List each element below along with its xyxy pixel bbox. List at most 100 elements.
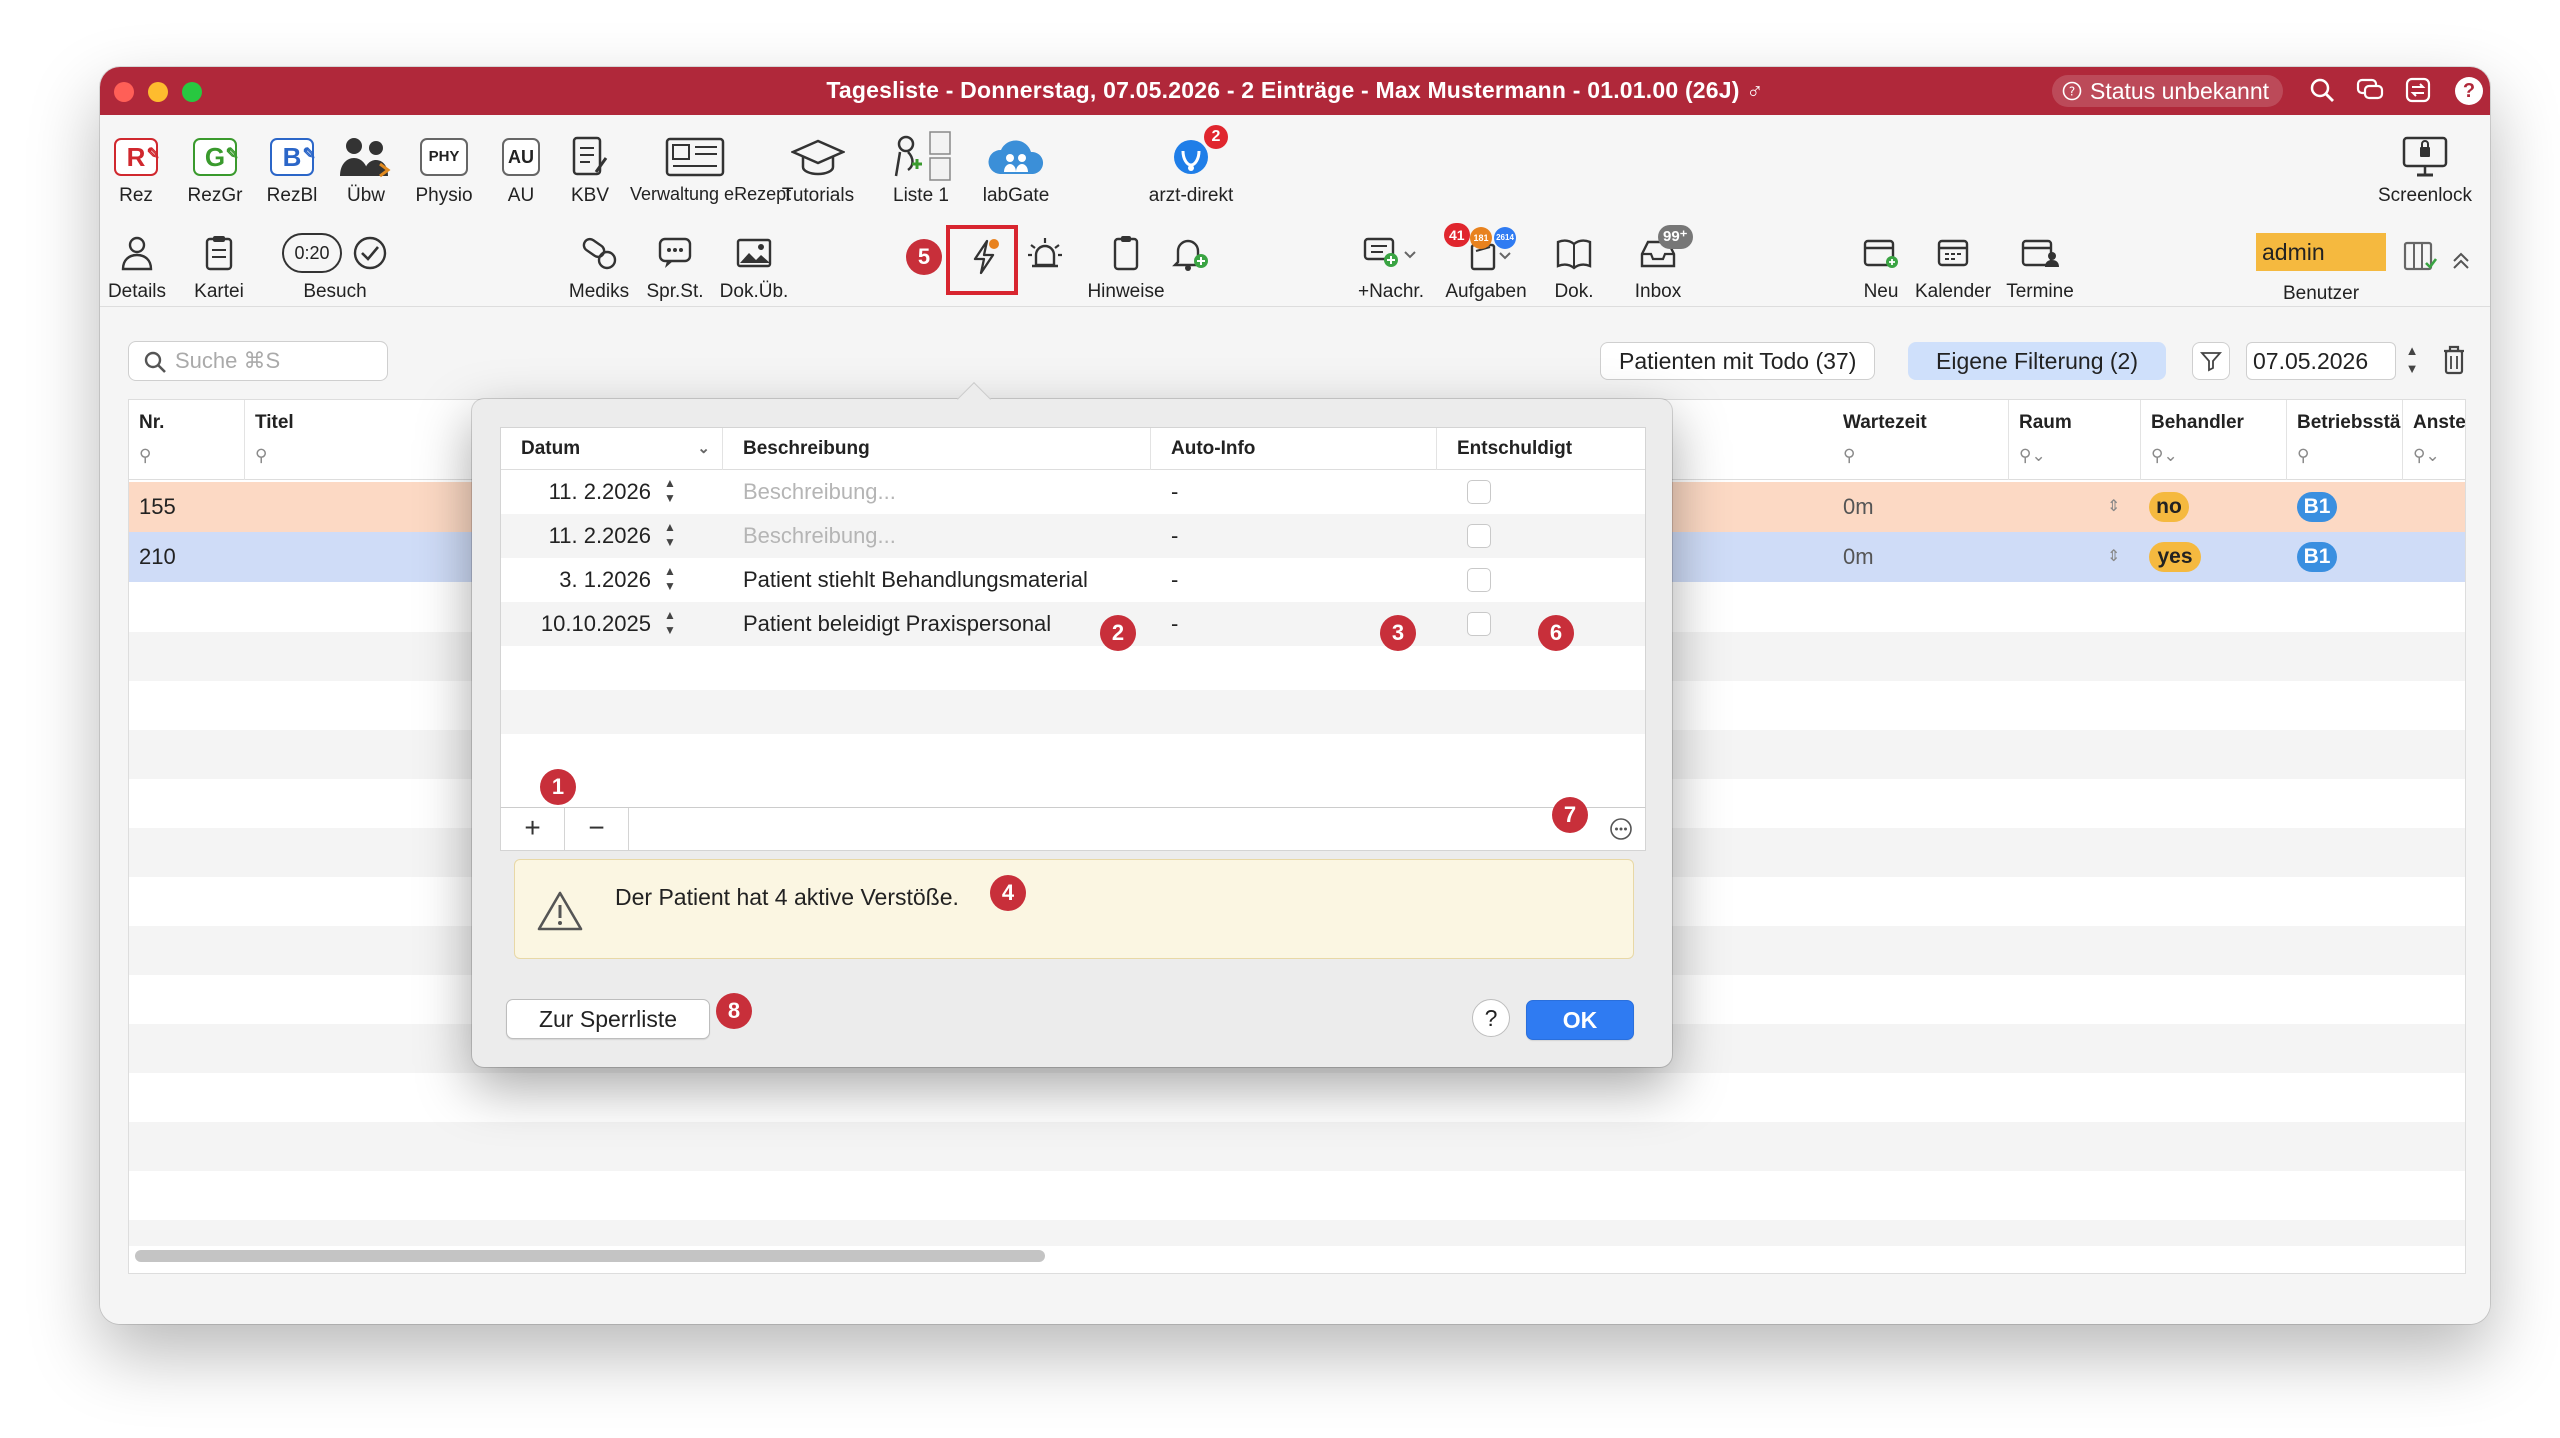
column-header-datum[interactable]: Datum ⌄ xyxy=(501,428,723,470)
empty-row xyxy=(501,646,1645,690)
room-stepper-icon[interactable]: ⇕ xyxy=(2107,482,2120,532)
description-input[interactable]: Patient stiehlt Behandlungsmaterial xyxy=(743,558,1088,602)
alarm-button[interactable] xyxy=(1020,225,1070,281)
erezept-button[interactable]: Verwaltung eRezept xyxy=(630,129,791,203)
column-header-behandler[interactable]: Behandler ⚲⌄ xyxy=(2141,400,2287,480)
dokuebersicht-button[interactable]: Dok.Üb. xyxy=(714,225,794,303)
filter-funnel-icon[interactable] xyxy=(2192,342,2230,380)
date-stepper[interactable]: ▲ ▼ xyxy=(661,476,679,508)
violations-table-header: Datum ⌄ Beschreibung Auto-Info Entschuld… xyxy=(501,428,1645,470)
column-header-entschuldigt[interactable]: Entschuldigt xyxy=(1437,428,1647,470)
image-icon xyxy=(714,225,794,281)
sync-icon[interactable] xyxy=(2404,77,2432,105)
excused-checkbox[interactable] xyxy=(1467,568,1491,592)
violation-date[interactable]: 3. 1.2026 xyxy=(521,558,651,602)
more-options-icon[interactable] xyxy=(1609,817,1633,846)
auto-info: - xyxy=(1171,567,1179,592)
behandler-badge: no xyxy=(2149,492,2189,522)
column-header-beschreibung[interactable]: Beschreibung xyxy=(723,428,1151,470)
column-header-wartezeit[interactable]: Wartezeit ⚲ xyxy=(1833,400,2009,480)
date-stepper[interactable]: ▲ ▼ xyxy=(661,520,679,552)
violation-row[interactable]: 3. 1.2026 ▲ ▼ Patient stiehlt Behandlungs… xyxy=(501,558,1645,602)
rezgr-button[interactable]: G ✎ RezGr xyxy=(180,129,250,207)
neu-button[interactable]: Neu xyxy=(1856,225,1906,303)
dok-button[interactable]: Dok. xyxy=(1544,225,1604,303)
kartei-button[interactable]: Kartei xyxy=(188,225,250,303)
column-search-icon[interactable]: ⚲⌄ xyxy=(2151,446,2178,466)
arzt-direkt-button[interactable]: arzt-direkt 2 xyxy=(1126,125,1256,207)
screenlock-button[interactable]: Screenlock xyxy=(2370,129,2480,207)
mediks-button[interactable]: Mediks xyxy=(564,225,634,303)
description-input[interactable]: Beschreibung... xyxy=(743,470,896,514)
column-header-raum[interactable]: Raum ⚲⌄ xyxy=(2009,400,2141,480)
date-stepper[interactable]: ▲ ▼ xyxy=(2402,342,2422,380)
column-search-icon[interactable]: ⚲ xyxy=(255,446,267,466)
status-indicator[interactable]: ? Status unbekannt xyxy=(2052,75,2284,107)
todo-filter-button[interactable]: Patienten mit Todo (37) xyxy=(1600,342,1876,380)
column-search-icon[interactable]: ⚲ xyxy=(1843,446,1855,466)
description-input[interactable]: Patient beleidigt Praxispersonal xyxy=(743,602,1051,646)
help-button[interactable]: ? xyxy=(1472,999,1510,1037)
rez-button[interactable]: R ✎ Rez xyxy=(106,129,166,207)
collapse-toolbar-icon[interactable] xyxy=(2446,249,2476,277)
sprechstunde-button[interactable]: Spr.St. xyxy=(640,225,710,303)
column-header-anstellung[interactable]: Anste ⚲⌄ xyxy=(2403,400,2465,480)
uebw-button[interactable]: Übw xyxy=(336,129,396,207)
trash-icon[interactable] xyxy=(2440,343,2468,382)
violation-row[interactable]: 11. 2.2026 ▲ ▼ Beschreibung... - xyxy=(501,470,1645,514)
ok-button[interactable]: OK xyxy=(1526,1000,1634,1040)
labgate-button[interactable]: labGate xyxy=(966,129,1066,207)
violation-date[interactable]: 10.10.2025 xyxy=(521,602,651,646)
kbv-button[interactable]: KBV xyxy=(560,129,620,207)
question-circle-icon: ? xyxy=(2062,81,2082,101)
panel-layout-icon[interactable] xyxy=(2400,239,2440,279)
violation-date[interactable]: 11. 2.2026 xyxy=(521,470,651,514)
remove-violation-button[interactable]: − xyxy=(565,808,629,850)
column-header-nr[interactable]: Nr. ⚲ xyxy=(129,400,245,480)
search-placeholder: Suche ⌘S xyxy=(175,348,281,373)
inbox-button[interactable]: Inbox 99⁺ xyxy=(1618,225,1698,303)
column-header-autoinfo[interactable]: Auto-Info xyxy=(1151,428,1437,470)
inbox-badge: 99⁺ xyxy=(1658,225,1693,249)
new-message-button[interactable]: +Nachr. xyxy=(1346,225,1436,303)
date-input[interactable]: 07.05.2026 xyxy=(2246,342,2396,380)
room-stepper-icon[interactable]: ⇕ xyxy=(2107,532,2120,582)
help-icon[interactable]: ? xyxy=(2455,77,2483,105)
termine-button[interactable]: Termine xyxy=(1998,225,2082,303)
description-input[interactable]: Beschreibung... xyxy=(743,514,896,558)
benutzer-field[interactable]: admin Benutzer xyxy=(2256,233,2386,305)
auto-info: - xyxy=(1171,479,1179,504)
column-header-betriebsstaette[interactable]: Betriebsstä ⚲ xyxy=(2287,400,2403,480)
sperrliste-button[interactable]: Zur Sperrliste xyxy=(506,999,710,1039)
rezbl-button[interactable]: B ✎ RezBl xyxy=(260,129,324,207)
details-button[interactable]: Details xyxy=(106,225,168,303)
column-search-icon[interactable]: ⚲⌄ xyxy=(2019,446,2046,466)
physio-button[interactable]: PHY Physio xyxy=(406,129,482,207)
arzt-direkt-badge: 2 xyxy=(1204,125,1228,149)
date-stepper[interactable]: ▲ ▼ xyxy=(661,608,679,640)
add-violation-button[interactable]: + xyxy=(501,808,565,850)
aufgaben-button[interactable]: Aufgaben 41 181 2614 xyxy=(1436,223,1536,303)
violation-row[interactable]: 11. 2.2026 ▲ ▼ Beschreibung... - xyxy=(501,514,1645,558)
column-search-icon[interactable]: ⚲ xyxy=(139,446,151,466)
chat-icon[interactable] xyxy=(2356,77,2384,105)
column-search-icon[interactable]: ⚲ xyxy=(2297,446,2309,466)
column-search-icon[interactable]: ⚲⌄ xyxy=(2413,446,2440,466)
violation-date[interactable]: 11. 2.2026 xyxy=(521,514,651,558)
kalender-button[interactable]: Kalender xyxy=(1910,225,1996,303)
excused-checkbox[interactable] xyxy=(1467,480,1491,504)
search-input[interactable]: Suche ⌘S xyxy=(128,341,388,381)
reminder-button[interactable] xyxy=(1160,225,1220,281)
au-button[interactable]: AU AU xyxy=(496,129,546,207)
own-filter-button[interactable]: Eigene Filterung (2) xyxy=(1908,342,2166,380)
besuch-button[interactable]: 0:20 Besuch xyxy=(270,225,400,303)
horizontal-scrollbar[interactable] xyxy=(135,1250,1045,1262)
tutorials-button[interactable]: Tutorials xyxy=(768,129,868,207)
excused-checkbox[interactable] xyxy=(1467,612,1491,636)
search-icon[interactable] xyxy=(2308,77,2336,105)
date-stepper[interactable]: ▲ ▼ xyxy=(661,564,679,596)
liste1-button[interactable]: Liste 1 xyxy=(876,129,966,207)
violation-row[interactable]: 10.10.2025 ▲ ▼ Patient beleidigt Praxispe… xyxy=(501,602,1645,646)
excused-checkbox[interactable] xyxy=(1467,524,1491,548)
auto-info: - xyxy=(1171,523,1179,548)
